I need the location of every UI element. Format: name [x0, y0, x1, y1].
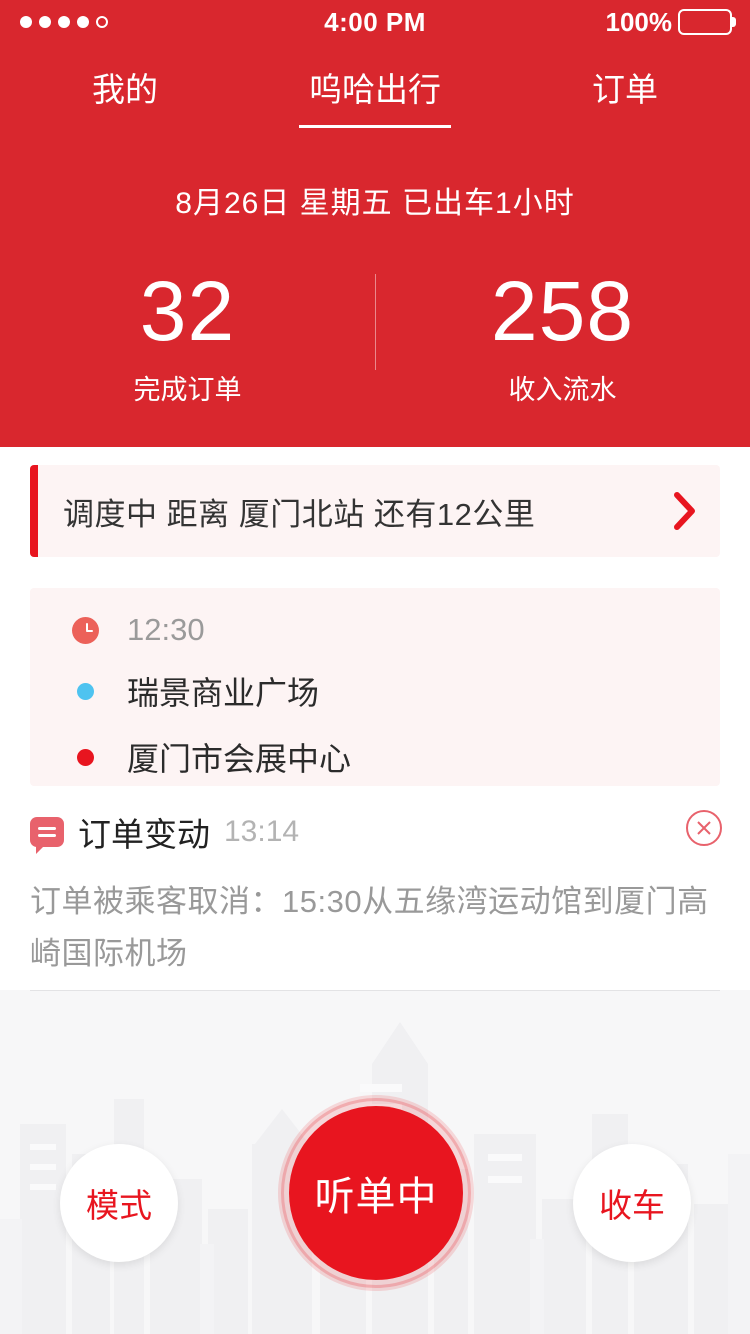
- action-button-row: 模式 听单中 收车: [0, 0, 750, 1288]
- bubble-line: [38, 834, 56, 837]
- off-work-button[interactable]: 收车: [573, 1144, 691, 1262]
- notification-time: 13:14: [224, 815, 300, 848]
- trip-destination-label: 厦门市会展中心: [127, 741, 352, 777]
- mode-button[interactable]: 模式: [60, 1144, 178, 1262]
- chevron-right-icon[interactable]: [650, 492, 720, 530]
- trip-time-row: 12:30: [72, 612, 720, 648]
- off-work-button-label: 收车: [599, 1187, 665, 1224]
- trip-time-label: 12:30: [127, 612, 205, 647]
- clock-icon: [72, 616, 99, 644]
- trip-destination-row: 厦门市会展中心: [72, 734, 720, 780]
- bubble-line: [38, 827, 56, 830]
- stat-income-label: 收入流水: [508, 375, 617, 405]
- close-icon[interactable]: [686, 810, 722, 846]
- trip-origin-label: 瑞景商业广场: [127, 675, 320, 711]
- dispatch-banner[interactable]: 调度中 距离 厦门北站 还有12公里: [30, 465, 720, 557]
- stat-completed-orders-label: 完成订单: [133, 375, 242, 405]
- listen-order-button[interactable]: 听单中: [289, 1106, 463, 1280]
- destination-dot-icon: [77, 748, 94, 766]
- trip-origin-row: 瑞景商业广场: [72, 668, 720, 714]
- trip-card[interactable]: 12:30 瑞景商业广场 厦门市会展中心: [30, 588, 720, 786]
- dispatch-banner-text: 调度中 距离 厦门北站 还有12公里: [63, 496, 536, 532]
- message-bubble-icon: [30, 817, 64, 854]
- bottom-divider: [30, 990, 720, 991]
- listen-order-button-label: 听单中: [314, 1175, 438, 1219]
- app-screen: 4:00 PM 100% 我的 呜哈出行 订单 8月26日 星期五 已出车1小时: [0, 0, 750, 1334]
- notification-block: 订单变动 13:14 订单被乘客取消：15:30从五缘湾运动馆到厦门高崎国际机场: [30, 808, 722, 980]
- notification-body-text: 订单被乘客取消：15:30从五缘湾运动馆到厦门高崎国际机场: [30, 884, 709, 971]
- notification-header: 订单变动 13:14: [30, 808, 722, 856]
- dispatch-accent-bar: [30, 465, 38, 557]
- origin-dot-icon: [77, 682, 94, 700]
- mode-button-label: 模式: [86, 1187, 152, 1224]
- notification-title: 订单变动: [78, 816, 210, 853]
